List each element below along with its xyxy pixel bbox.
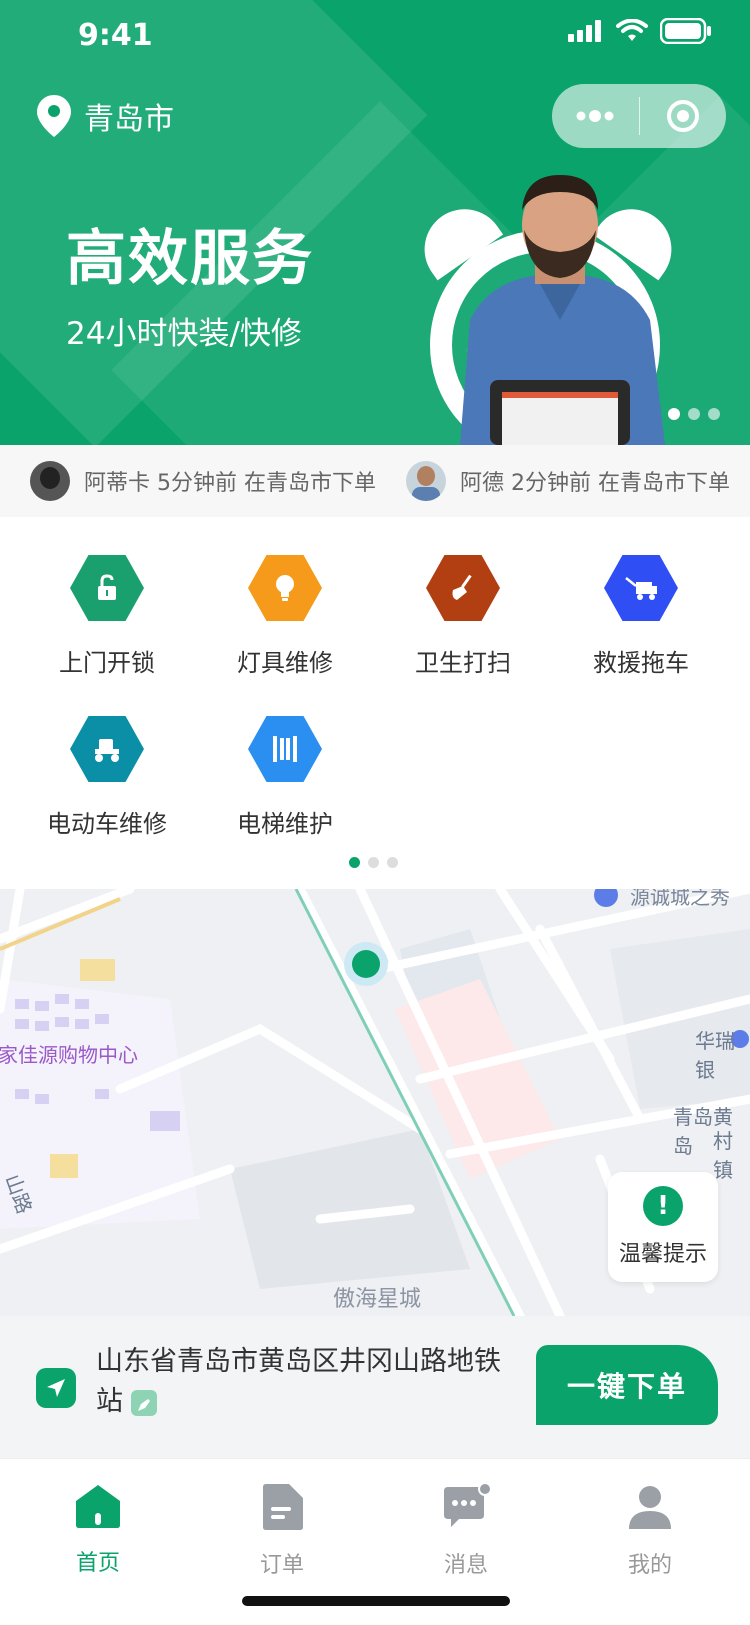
home-icon bbox=[76, 1485, 120, 1528]
address-text-wrap[interactable]: 山东省青岛市黄岛区井冈山路地铁站 bbox=[96, 1342, 516, 1422]
service-towing[interactable]: 救援拖车 bbox=[551, 555, 731, 678]
banner-dot bbox=[668, 408, 680, 420]
service-label: 卫生打扫 bbox=[415, 649, 511, 677]
service-unlock[interactable]: 上门开锁 bbox=[17, 555, 197, 678]
user-icon bbox=[629, 1486, 671, 1529]
edit-location-icon[interactable] bbox=[131, 1389, 157, 1416]
city-name: 青岛市 bbox=[84, 102, 174, 137]
tab-label: 我的 bbox=[627, 1553, 672, 1578]
service-label: 电动车维修 bbox=[47, 810, 167, 838]
service-icon-bg bbox=[70, 555, 144, 621]
banner-pagination bbox=[668, 408, 720, 420]
technician-illustration bbox=[460, 175, 665, 445]
tab-home[interactable]: 首页 bbox=[28, 1483, 168, 1577]
more-button[interactable] bbox=[552, 84, 639, 148]
banner-subtitle: 24小时快装/快修 bbox=[66, 316, 302, 352]
ticker-time: 2分钟前 bbox=[511, 471, 592, 496]
tips-button[interactable]: ! 温馨提示 bbox=[608, 1172, 718, 1282]
service-icon-bg bbox=[248, 555, 322, 621]
pager-dot bbox=[349, 857, 360, 868]
map-label: 源诚城之秀 bbox=[630, 889, 730, 909]
services-grid: 上门开锁 灯具维修 卫生打扫 救援拖车 电动车维修 电梯维护 bbox=[0, 517, 750, 889]
lightbulb-icon bbox=[276, 575, 294, 601]
more-dots-icon bbox=[576, 110, 614, 122]
ticker-text: 在青岛市下单 bbox=[598, 471, 731, 496]
banner-dot bbox=[708, 408, 720, 420]
broom-icon bbox=[452, 574, 472, 600]
service-ebike-repair[interactable]: 电动车维修 bbox=[17, 716, 197, 839]
wifi-icon bbox=[616, 19, 648, 41]
service-label: 灯具维修 bbox=[237, 649, 333, 677]
tab-label: 订单 bbox=[259, 1553, 304, 1578]
navigation-icon bbox=[36, 1368, 76, 1408]
avatar bbox=[406, 461, 447, 501]
service-icon-bg bbox=[604, 555, 678, 621]
status-time: 9:41 bbox=[78, 18, 153, 53]
service-cleaning[interactable]: 卫生打扫 bbox=[373, 555, 553, 678]
ticker-item: 阿德 2分钟前 在青岛市下单 bbox=[406, 461, 730, 501]
tow-truck-icon bbox=[625, 577, 657, 600]
hero-banner[interactable]: 9:41 青岛市 高效服务 24小时快装/快修 bbox=[0, 0, 750, 445]
close-miniprogram-button[interactable] bbox=[640, 84, 727, 148]
service-label: 救援拖车 bbox=[593, 649, 689, 677]
tips-label: 温馨提示 bbox=[618, 1242, 707, 1267]
map-label: 华瑞银 bbox=[695, 1029, 735, 1082]
location-pin-icon bbox=[37, 95, 71, 137]
ticker-name: 阿德 bbox=[460, 471, 505, 496]
order-ticker: 阿蒂卡 5分钟前 在青岛市下单 阿德 2分钟前 在青岛市下单 bbox=[0, 445, 750, 517]
tab-messages[interactable]: 消息 bbox=[396, 1482, 536, 1579]
service-icon-bg bbox=[70, 716, 144, 782]
location-selector[interactable]: 青岛市 bbox=[36, 94, 174, 138]
service-elevator[interactable]: 电梯维护 bbox=[195, 716, 375, 839]
service-label: 电梯维护 bbox=[237, 810, 333, 838]
pager-dot bbox=[368, 857, 379, 868]
status-icons bbox=[568, 18, 712, 44]
battery-icon bbox=[660, 18, 711, 44]
map-label: 傲海星城 bbox=[333, 1287, 422, 1312]
target-icon bbox=[666, 100, 699, 132]
chat-icon bbox=[444, 1482, 492, 1527]
ebike-icon bbox=[95, 739, 119, 762]
avatar bbox=[30, 461, 70, 501]
quick-order-button[interactable]: 一键下单 bbox=[536, 1345, 718, 1425]
ticker-time: 5分钟前 bbox=[157, 471, 238, 496]
unlock-icon bbox=[98, 574, 116, 600]
service-icon-bg bbox=[248, 716, 322, 782]
exclamation-icon: ! bbox=[643, 1186, 683, 1226]
ticker-item: 阿蒂卡 5分钟前 在青岛市下单 bbox=[30, 461, 376, 501]
service-icon-bg bbox=[426, 555, 500, 621]
service-label: 上门开锁 bbox=[59, 649, 155, 677]
miniprogram-capsule bbox=[552, 84, 726, 148]
elevator-icon bbox=[273, 736, 297, 762]
ticker-name: 阿蒂卡 bbox=[84, 471, 151, 496]
tab-profile[interactable]: 我的 bbox=[580, 1483, 720, 1579]
map-label: 家佳源购物中心 bbox=[0, 1043, 138, 1067]
tab-orders[interactable]: 订单 bbox=[212, 1483, 352, 1579]
service-lamp-repair[interactable]: 灯具维修 bbox=[195, 555, 375, 678]
signal-icon bbox=[568, 20, 601, 42]
map-label: 村镇 bbox=[713, 1129, 733, 1182]
pager-dot bbox=[387, 857, 398, 868]
banner-dot bbox=[688, 408, 700, 420]
document-icon bbox=[263, 1484, 303, 1530]
home-indicator[interactable] bbox=[242, 1596, 510, 1606]
send-arrow-icon bbox=[47, 1379, 65, 1397]
tab-label: 首页 bbox=[75, 1551, 120, 1576]
tab-label: 消息 bbox=[443, 1553, 488, 1578]
ticker-text: 在青岛市下单 bbox=[244, 471, 377, 496]
services-pagination bbox=[349, 857, 398, 868]
address-bar: 山东省青岛市黄岛区井冈山路地铁站 一键下单 bbox=[0, 1316, 750, 1458]
banner-title: 高效服务 bbox=[66, 224, 314, 294]
